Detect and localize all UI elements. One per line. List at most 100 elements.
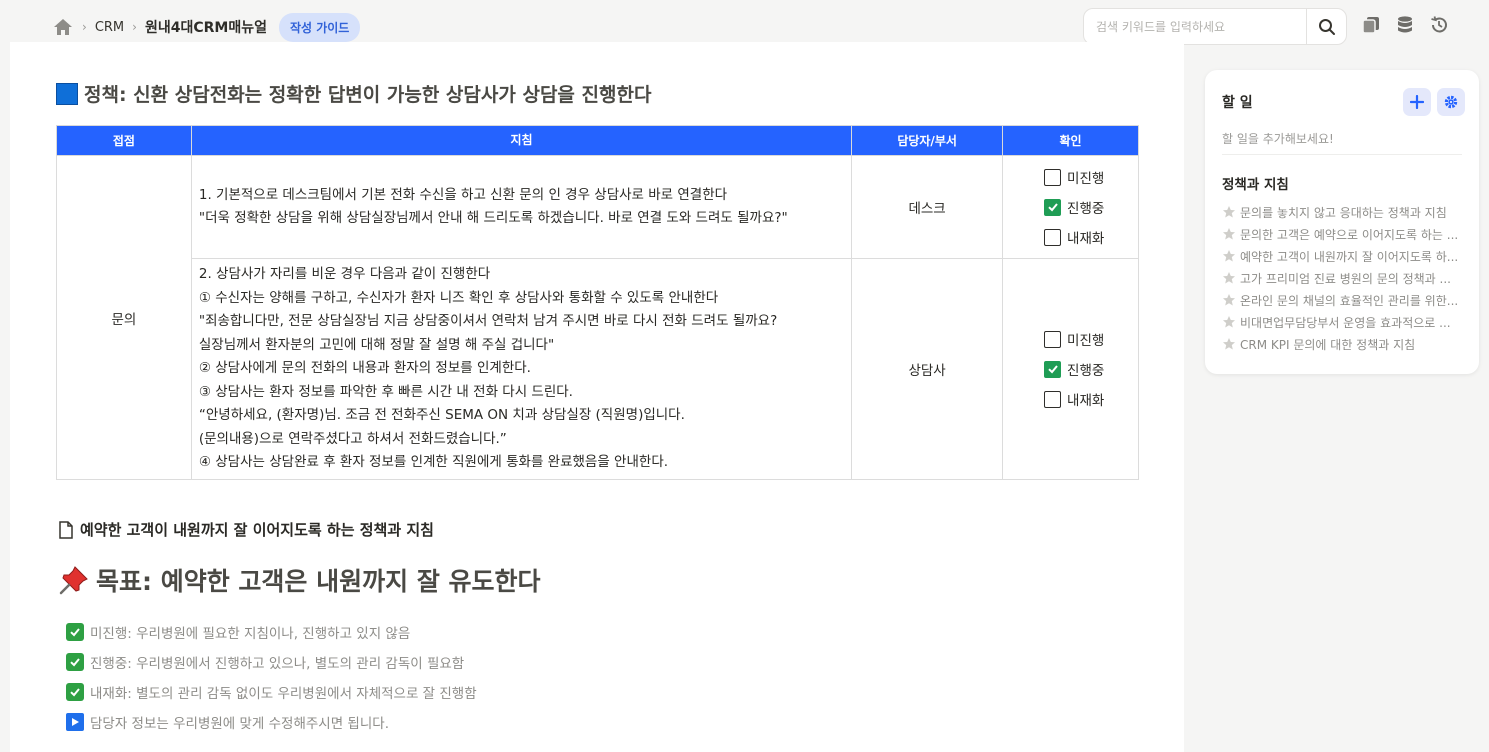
checkbox-box-checked[interactable] [1044,198,1062,216]
breadcrumb-crm[interactable]: CRM [95,20,124,35]
checkbox-not-started[interactable]: 미진행 [1044,167,1138,187]
guideline-line: ① 수신자는 양해를 구하고, 수신자가 환자 니즈 확인 후 상담사와 통화할… [198,289,719,306]
gear-icon [1444,95,1458,109]
legend-item: 미진행: 우리병원에 필요한 지침이나, 진행하고 있지 않음 [66,622,477,642]
guideline-line: 1. 기본적으로 데스크팀에서 기본 전화 수신을 하고 신환 문의 인 경우 … [198,186,728,203]
checkbox-in-progress[interactable]: 진행중 [1044,359,1138,379]
check-icon [66,653,84,671]
subsection-title[interactable]: 예약한 고객이 내원까지 잘 이어지도록 하는 정책과 지침 [80,519,434,540]
star-icon[interactable] [1222,271,1236,285]
sidebar-card: 할 일 할 일을 추가해보세요! 정책과 지침 문의를 놓치지 않고 응대하는 … [1205,70,1479,374]
legend-text: 미진행: 우리병원에 필요한 지침이나, 진행하고 있지 않음 [90,626,411,642]
star-icon[interactable] [1222,205,1236,219]
policy-heading: 정책: 신환 상담전화는 정확한 답변이 가능한 상담사가 상담을 진행한다 [56,80,651,107]
checkbox-label: 미진행 [1067,333,1105,349]
owner-cell: 상담사 [851,258,1004,480]
check-icon [1047,365,1058,374]
guideline-line: “안녕하세요, (환자명)님. 조금 전 전화주신 SEMA ON 치과 상담실… [198,407,685,424]
guideline-line: 2. 상담사가 자리를 비운 경우 다음과 같이 진행한다 [198,266,491,283]
check-icon [66,683,84,701]
checkbox-box-checked[interactable] [1044,360,1062,378]
policy-list-item[interactable]: 고가 프리미엄 진료 병원의 문의 정책과 ... [1222,270,1466,286]
guideline-line: (문의내용)으로 연락주셨다고 하셔서 전화드렸습니다.” [198,430,507,447]
legend-text: 진행중: 우리병원에서 진행하고 있으나, 별도의 관리 감독이 필요함 [90,656,465,672]
document-icon [59,520,73,539]
policy-list-text[interactable]: 온라인 문의 채널의 효율적인 관리를 위한... [1240,292,1458,308]
policy-list-item[interactable]: CRM KPI 문의에 대한 정책과 지침 [1222,336,1466,352]
todo-title: 할 일 [1222,95,1253,111]
guideline-line: ② 상담사에게 문의 전화의 내용과 환자의 정보를 인계한다. [198,360,531,377]
policy-list-item[interactable]: 문의한 고객은 예약으로 이어지도록 하는 ... [1222,226,1466,242]
search-input[interactable] [1084,9,1306,44]
guide-badge[interactable]: 작성 가이드 [278,12,361,42]
subsection-link[interactable]: 예약한 고객이 내원까지 잘 이어지도록 하는 정책과 지침 [58,519,434,540]
policy-list-text[interactable]: 문의를 놓치지 않고 응대하는 정책과 지침 [1240,204,1447,220]
checkbox-in-progress[interactable]: 진행중 [1044,197,1138,217]
star-icon[interactable] [1222,337,1236,351]
search-icon [1318,18,1335,35]
policy-list-item[interactable]: 온라인 문의 채널의 효율적인 관리를 위한... [1222,292,1466,308]
goal-heading: 목표: 예약한 고객은 내원까지 잘 유도한다 [58,562,541,598]
note-item: 담당자 정보는 우리병원에 맞게 수정해주시면 됩니다. [66,712,477,732]
policy-heading-text: 정책: 신환 상담전화는 정확한 답변이 가능한 상담사가 상담을 진행한다 [84,84,652,106]
touchpoint-cell: 문의 [56,155,192,480]
policy-list-item[interactable]: 비대면업무담당부서 운영을 효과적으로 ... [1222,314,1466,330]
table-header: 확인 [1002,125,1139,156]
policy-list-text[interactable]: 고가 프리미엄 진료 병원의 문의 정책과 ... [1240,270,1451,286]
policy-list-item[interactable]: 문의를 놓치지 않고 응대하는 정책과 지침 [1222,204,1466,220]
home-icon[interactable] [52,16,74,38]
star-icon[interactable] [1222,293,1236,307]
star-icon[interactable] [1222,249,1236,263]
policy-list-text[interactable]: 비대면업무담당부서 운영을 효과적으로 ... [1240,314,1451,330]
confirm-cell: 미진행 진행중 내재화 [1002,155,1139,259]
play-icon [66,713,84,731]
page-title[interactable]: 원내4대CRM매뉴얼 [145,17,267,37]
policy-list-item[interactable]: 예약한 고객이 내원까지 잘 이어지도록 하... [1222,248,1466,264]
checkbox-box[interactable] [1044,390,1062,408]
guideline-line: "더욱 정확한 상담을 위해 상담실장님께서 안내 해 드리도록 하겠습니다. … [198,210,788,226]
divider [1222,154,1462,155]
blue-square-icon [56,82,78,105]
note-text: 담당자 정보는 우리병원에 맞게 수정해주시면 됩니다. [90,716,389,732]
chevron-right-icon: › [132,20,137,34]
goal-heading-text: 목표: 예약한 고객은 내원까지 잘 유도한다 [96,567,541,596]
checkbox-label: 진행중 [1067,363,1105,379]
database-icon[interactable] [1394,14,1416,36]
todo-settings-button[interactable] [1437,88,1465,116]
checkbox-label: 미진행 [1067,171,1105,187]
table-header-row: 접점 지침 담당자/부서 확인 [56,125,1139,156]
checkbox-internalized[interactable]: 내재화 [1044,389,1138,409]
guideline-cell: 2. 상담사가 자리를 비운 경우 다음과 같이 진행한다 ① 수신자는 양해를… [190,258,853,480]
checkbox-internalized[interactable]: 내재화 [1044,227,1138,247]
toolbar-icons [1360,14,1450,36]
search-box [1083,8,1347,45]
guideline-cell: 1. 기본적으로 데스크팀에서 기본 전화 수신을 하고 신환 문의 인 경우 … [190,155,853,259]
policy-list-text[interactable]: 예약한 고객이 내원까지 잘 이어지도록 하... [1240,248,1458,264]
todo-actions [1403,88,1465,116]
checkbox-box[interactable] [1044,228,1062,246]
history-icon[interactable] [1428,14,1450,36]
legend-item: 진행중: 우리병원에서 진행하고 있으나, 별도의 관리 감독이 필요함 [66,652,477,672]
checkbox-not-started[interactable]: 미진행 [1044,329,1138,349]
table-header: 접점 [56,125,192,156]
plus-icon [1410,95,1424,109]
star-icon[interactable] [1222,315,1236,329]
add-todo-button[interactable] [1403,88,1431,116]
copy-icon[interactable] [1360,14,1382,36]
table-header: 담당자/부서 [851,125,1004,156]
star-icon[interactable] [1222,227,1236,241]
policy-list-text[interactable]: 문의한 고객은 예약으로 이어지도록 하는 ... [1240,226,1458,242]
legend-text: 내재화: 별도의 관리 감독 없이도 우리병원에서 자체적으로 잘 진행함 [90,686,477,702]
search-button[interactable] [1306,9,1346,44]
pushpin-icon [59,566,88,595]
checkbox-box[interactable] [1044,168,1062,186]
guideline-line: 실장님께서 환자분의 고민에 대해 정말 잘 설명 해 주실 겁니다" [198,336,555,353]
guideline-line: "죄송합니다만, 전문 상담실장님 지금 상담중이셔서 연락처 남겨 주시면 바… [198,313,778,330]
checkbox-label: 진행중 [1067,201,1105,217]
status-legend: 미진행: 우리병원에 필요한 지침이나, 진행하고 있지 않음 진행중: 우리병… [66,622,477,732]
policy-list-text[interactable]: CRM KPI 문의에 대한 정책과 지침 [1240,336,1415,352]
checkbox-box[interactable] [1044,330,1062,348]
breadcrumb: › CRM › 원내4대CRM매뉴얼 작성 가이드 [52,12,361,42]
todo-empty-text: 할 일을 추가해보세요! [1222,132,1334,146]
legend-item: 내재화: 별도의 관리 감독 없이도 우리병원에서 자체적으로 잘 진행함 [66,682,477,702]
